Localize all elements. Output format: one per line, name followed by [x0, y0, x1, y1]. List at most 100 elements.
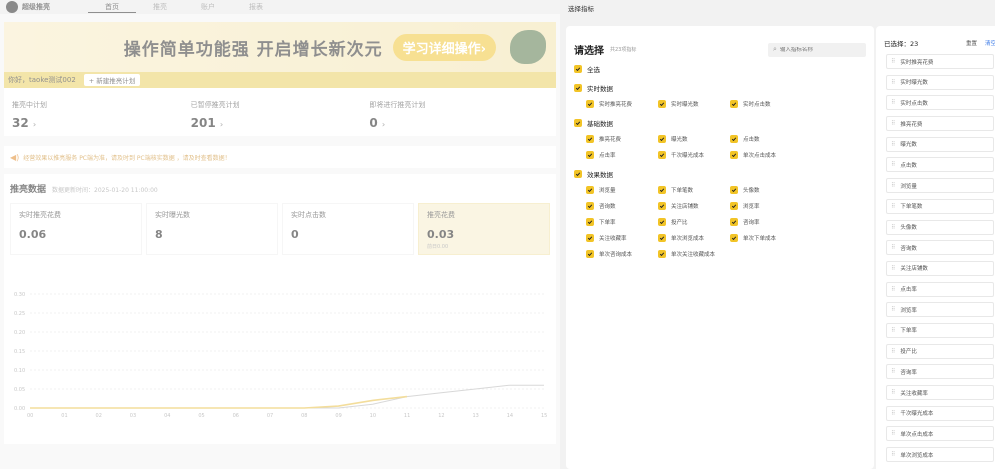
selected-metric-item[interactable]: ⠿ 单次浏览成本: [886, 447, 994, 463]
drag-handle-icon[interactable]: ⠿: [891, 327, 896, 334]
nav-tab-account[interactable]: 账户: [184, 2, 232, 12]
metric-card[interactable]: 实时曝光数 8: [146, 203, 278, 255]
x-tick-label: 11: [404, 413, 410, 419]
search-box[interactable]: ⌕: [768, 42, 866, 57]
stat-active-plans[interactable]: 推亮中计划 32 ›: [12, 100, 191, 136]
drag-handle-icon[interactable]: ⠿: [891, 58, 896, 65]
drawer-title: 选择指标: [568, 5, 594, 13]
selected-metric-item[interactable]: ⠿ 咨询率: [886, 364, 994, 380]
selected-metric-item[interactable]: ⠿ 浏览量: [886, 178, 994, 194]
reset-button[interactable]: 重置: [966, 39, 977, 47]
metric-checkbox[interactable]: 千次曝光成本: [658, 147, 730, 163]
metric-checkbox[interactable]: 实时点击数: [730, 96, 802, 112]
selected-metric-item[interactable]: ⠿ 单次点击成本: [886, 426, 994, 442]
drag-handle-icon[interactable]: ⠿: [891, 79, 896, 86]
checkbox-checked-icon: [574, 84, 582, 92]
drag-handle-icon[interactable]: ⠿: [891, 99, 896, 106]
selected-metric-item[interactable]: ⠿ 推亮花费: [886, 116, 994, 132]
selected-metric-item[interactable]: ⠿ 关注收藏率: [886, 385, 994, 400]
new-plan-button[interactable]: + 新建推亮计划: [83, 74, 141, 86]
metric-checkbox[interactable]: 咨询数: [586, 198, 658, 214]
metric-checkbox[interactable]: 单次关注收藏成本: [658, 246, 730, 262]
metric-checkbox[interactable]: 实时推亮花费: [586, 96, 658, 112]
selected-metric-item[interactable]: ⠿ 咨询数: [886, 240, 994, 256]
selected-metric-item[interactable]: ⠿ 头像数: [886, 219, 994, 235]
card-value: 0.03: [427, 228, 455, 241]
metric-checkbox[interactable]: 曝光数: [658, 131, 730, 147]
section-title: 推亮数据: [10, 185, 47, 195]
plan-stats: 推亮中计划 32 › 已暂停推亮计划 201 › 即将进行推亮计划 0 ›: [4, 88, 556, 136]
drag-handle-icon[interactable]: ⠿: [891, 368, 896, 375]
selected-metric-item[interactable]: ⠿ 点击数: [886, 157, 994, 173]
selected-metric-item[interactable]: ⠿ 投产比: [886, 343, 994, 359]
clear-button[interactable]: 清空: [985, 39, 995, 47]
metric-checkbox[interactable]: 投产比: [658, 214, 730, 230]
nav-tab-promote[interactable]: 推亮: [136, 2, 184, 12]
nav-tab-home[interactable]: 首页: [88, 2, 136, 13]
promo-banner[interactable]: 操作简单功能强 开启增长新次元 学习详细操作›: [4, 22, 556, 72]
drag-handle-icon[interactable]: ⠿: [891, 203, 896, 210]
drag-handle-icon[interactable]: ⠿: [891, 286, 896, 293]
selected-metric-label: 实时推亮花费: [900, 59, 934, 66]
nav-tab-report[interactable]: 报表: [232, 2, 280, 12]
selected-metric-item[interactable]: ⠿ 曝光数: [886, 136, 994, 152]
metric-checkbox[interactable]: 点击率: [586, 147, 658, 163]
metric-checkbox[interactable]: 下单笔数: [658, 182, 730, 198]
selected-metric-label: 单次点击成本: [900, 431, 934, 438]
metric-checkbox[interactable]: 单次点击成本: [730, 147, 802, 163]
selected-metric-item[interactable]: ⠿ 浏览率: [886, 302, 994, 318]
stat-upcoming-plans[interactable]: 即将进行推亮计划 0 ›: [369, 100, 548, 136]
metric-checkbox[interactable]: 浏览量: [586, 182, 658, 198]
drag-handle-icon[interactable]: ⠿: [891, 161, 896, 168]
metric-checkbox[interactable]: 咨询率: [730, 214, 802, 230]
selected-metric-item[interactable]: ⠿ 下单率: [886, 322, 994, 338]
drag-handle-icon[interactable]: ⠿: [891, 389, 896, 396]
selected-metric-item[interactable]: ⠿ 关注店铺数: [886, 260, 994, 276]
metric-picker-panel: 请选择 共23项指标 ⌕ 全选 实时数据实时推亮花费 实时曝光数 实时点击数基础数据…: [566, 26, 874, 469]
selected-metric-item[interactable]: ⠿ 实时曝光数: [886, 74, 994, 90]
drag-handle-icon[interactable]: ⠿: [891, 224, 896, 231]
group-checkbox[interactable]: 效果数据: [574, 166, 866, 182]
card-value: 8: [155, 228, 163, 241]
metric-checkbox[interactable]: 点击数: [730, 131, 802, 147]
drag-handle-icon[interactable]: ⠿: [891, 306, 896, 313]
metric-checkbox[interactable]: 推亮花费: [586, 131, 658, 147]
metric-label: 关注收藏率: [599, 236, 627, 242]
drag-handle-icon[interactable]: ⠿: [891, 410, 896, 417]
search-input[interactable]: [779, 46, 860, 53]
drag-handle-icon[interactable]: ⠿: [891, 120, 896, 127]
metric-checkbox[interactable]: 单次下单成本: [730, 230, 802, 246]
drag-handle-icon[interactable]: ⠿: [891, 141, 896, 148]
selected-metric-item[interactable]: ⠿ 实时推亮花费: [886, 54, 994, 69]
metric-label: 推亮花费: [599, 137, 622, 143]
metric-checkbox[interactable]: 单次浏览成本: [658, 230, 730, 246]
metric-card-selected[interactable]: 推亮花费 0.03 前日0.00: [418, 203, 550, 255]
selected-metric-item[interactable]: ⠿ 点击率: [886, 281, 994, 297]
metric-checkbox[interactable]: 实时曝光数: [658, 96, 730, 112]
select-all-checkbox[interactable]: 全选: [574, 61, 866, 77]
metric-checkbox[interactable]: 浏览率: [730, 198, 802, 214]
stat-paused-plans[interactable]: 已暂停推亮计划 201 ›: [191, 100, 370, 136]
selected-metric-item[interactable]: ⠿ 下单笔数: [886, 198, 994, 214]
group-checkbox[interactable]: 实时数据: [574, 80, 866, 96]
banner-learn-button[interactable]: 学习详细操作›: [392, 33, 496, 61]
drag-handle-icon[interactable]: ⠿: [891, 430, 896, 437]
metric-card[interactable]: 实时点击数 0: [282, 203, 414, 255]
selected-metric-item[interactable]: ⠿ 实时点击数: [886, 95, 994, 111]
drag-handle-icon[interactable]: ⠿: [891, 451, 896, 458]
drag-handle-icon[interactable]: ⠿: [891, 182, 896, 189]
y-tick-label: 0.15: [14, 349, 25, 355]
drag-handle-icon[interactable]: ⠿: [891, 348, 896, 355]
metric-checkbox[interactable]: 头像数: [730, 182, 802, 198]
metric-checkbox[interactable]: 下单率: [586, 214, 658, 230]
drag-handle-icon[interactable]: ⠿: [891, 244, 896, 251]
metric-checkbox[interactable]: 关注收藏率: [586, 230, 658, 246]
y-tick-label: 0.20: [14, 330, 25, 336]
card-value: 0: [291, 228, 299, 241]
selected-metric-item[interactable]: ⠿ 千次曝光成本: [886, 405, 994, 421]
metric-checkbox[interactable]: 单次咨询成本: [586, 246, 658, 262]
drag-handle-icon[interactable]: ⠿: [891, 265, 896, 272]
metric-card[interactable]: 实时推亮花费 0.06: [10, 203, 142, 255]
metric-checkbox[interactable]: 关注店铺数: [658, 198, 730, 214]
group-checkbox[interactable]: 基础数据: [574, 115, 866, 131]
